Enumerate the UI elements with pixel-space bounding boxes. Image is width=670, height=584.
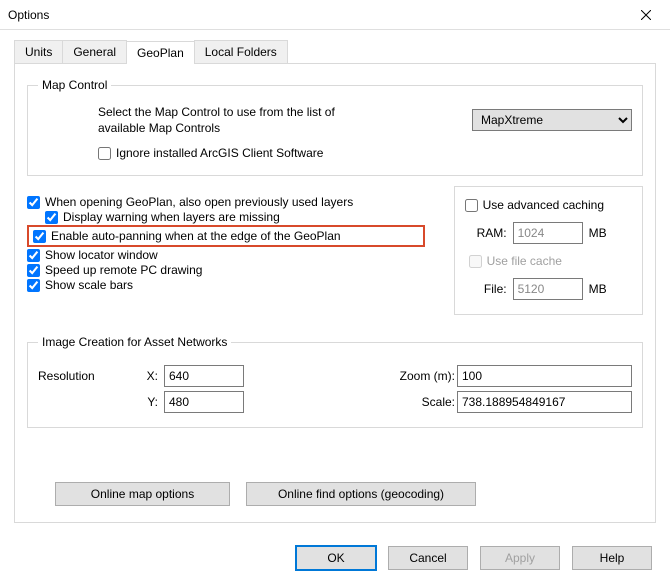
titlebar: Options [0, 0, 670, 30]
x-input[interactable] [164, 365, 244, 387]
map-control-select[interactable]: MapXtreme [472, 109, 632, 131]
close-icon [641, 10, 651, 20]
locator-checkbox[interactable] [27, 249, 40, 262]
warn-missing-checkbox[interactable] [45, 211, 58, 224]
map-control-label: Select the Map Control to use from the l… [98, 104, 388, 136]
y-label: Y: [133, 395, 158, 409]
dialog-body: Units General GeoPlan Local Folders Map … [0, 30, 670, 584]
x-label: X: [133, 369, 158, 383]
tab-strip: Units General GeoPlan Local Folders [14, 40, 656, 63]
zoom-label: Zoom (m): [385, 369, 455, 383]
apply-button: Apply [480, 546, 560, 570]
zoom-input[interactable] [457, 365, 632, 387]
ignore-arcgis-label: Ignore installed ArcGIS Client Software [116, 146, 323, 160]
map-control-legend: Map Control [38, 78, 111, 92]
tab-units[interactable]: Units [14, 40, 63, 63]
ram-unit: MB [589, 226, 607, 240]
scale-input[interactable] [457, 391, 632, 413]
highlighted-option: Enable auto-panning when at the edge of … [27, 225, 425, 247]
online-map-button[interactable]: Online map options [55, 482, 230, 506]
y-input[interactable] [164, 391, 244, 413]
ram-label: RAM: [465, 226, 507, 240]
resolution-label: Resolution [38, 369, 133, 383]
warn-missing-label: Display warning when layers are missing [63, 210, 280, 224]
online-find-button[interactable]: Online find options (geocoding) [246, 482, 476, 506]
window-title: Options [8, 8, 623, 22]
dialog-footer: OK Cancel Apply Help [296, 546, 652, 570]
image-creation-group: Image Creation for Asset Networks Resolu… [27, 335, 643, 428]
locator-label: Show locator window [45, 248, 158, 262]
adv-cache-checkbox[interactable] [465, 199, 478, 212]
tab-local-folders[interactable]: Local Folders [194, 40, 288, 63]
file-cache-label: Use file cache [487, 254, 562, 268]
scale-label: Scale: [385, 395, 455, 409]
open-layers-label: When opening GeoPlan, also open previous… [45, 195, 353, 209]
scale-bars-label: Show scale bars [45, 278, 133, 292]
ignore-arcgis-checkbox[interactable] [98, 147, 111, 160]
tab-general[interactable]: General [62, 40, 127, 63]
autopan-label: Enable auto-panning when at the edge of … [51, 229, 341, 243]
file-label: File: [465, 282, 507, 296]
file-unit: MB [589, 282, 607, 296]
map-control-group: Map Control Select the Map Control to us… [27, 78, 643, 176]
file-input [513, 278, 583, 300]
tab-geoplan[interactable]: GeoPlan [126, 41, 195, 64]
autopan-checkbox[interactable] [33, 230, 46, 243]
file-cache-checkbox [469, 255, 482, 268]
help-button[interactable]: Help [572, 546, 652, 570]
remote-draw-checkbox[interactable] [27, 264, 40, 277]
ok-button[interactable]: OK [296, 546, 376, 570]
ram-input [513, 222, 583, 244]
adv-cache-label: Use advanced caching [483, 198, 604, 212]
image-creation-legend: Image Creation for Asset Networks [38, 335, 231, 349]
close-button[interactable] [623, 0, 668, 29]
scale-bars-checkbox[interactable] [27, 279, 40, 292]
cancel-button[interactable]: Cancel [388, 546, 468, 570]
geoplan-options: When opening GeoPlan, also open previous… [27, 194, 436, 293]
open-layers-checkbox[interactable] [27, 196, 40, 209]
tab-panel-geoplan: Map Control Select the Map Control to us… [14, 63, 656, 523]
remote-draw-label: Speed up remote PC drawing [45, 263, 202, 277]
cache-group: Use advanced caching RAM: MB Use file ca… [454, 186, 643, 315]
